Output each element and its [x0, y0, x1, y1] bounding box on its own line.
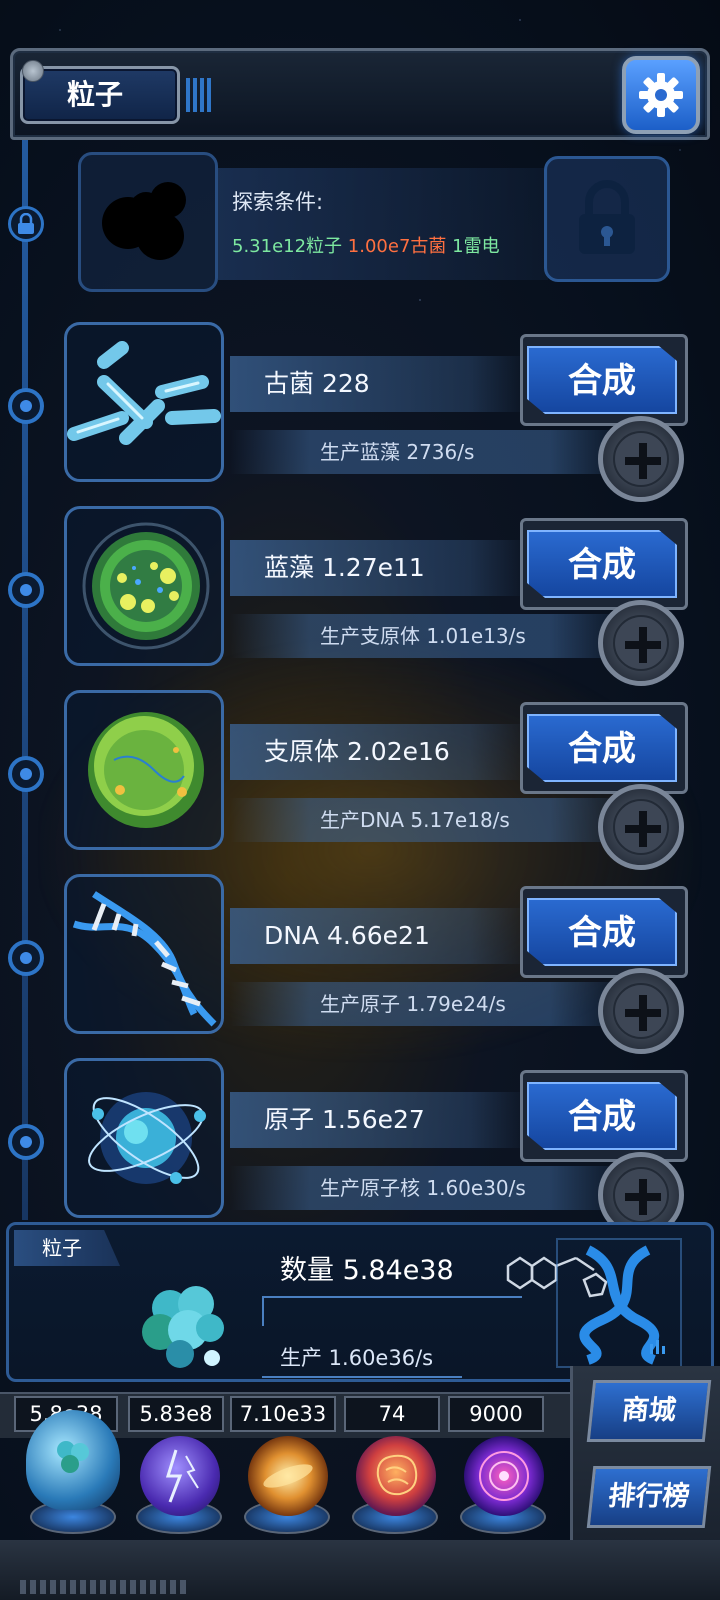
archaea-icon-box[interactable] — [64, 322, 224, 482]
settings-button[interactable] — [622, 56, 700, 134]
atom-icon — [88, 1092, 206, 1184]
vortex-icon — [479, 1451, 529, 1501]
shop-button[interactable]: 商城 — [586, 1380, 712, 1442]
particle-cluster-icon — [142, 1286, 224, 1368]
synthesize-mycoplasma-button[interactable]: 合成 — [527, 714, 677, 782]
lightning-icon — [165, 1449, 199, 1503]
particle-orb-button[interactable] — [26, 1410, 120, 1510]
upgrade-cyanobacteria-button[interactable] — [598, 600, 684, 686]
floor-stripes — [20, 1580, 190, 1594]
gear-icon — [639, 73, 683, 117]
currency-brain: 74 — [344, 1396, 440, 1432]
galaxy-icon — [263, 1464, 313, 1488]
mycoplasma-icon — [88, 712, 204, 828]
currency-vortex: 9000 — [448, 1396, 544, 1432]
particle-quantity: 数量 5.84e38 — [280, 1255, 454, 1286]
cyanobacteria-icon — [82, 522, 210, 650]
dna-icon — [72, 891, 217, 1027]
locked-silhouette-icon — [102, 182, 186, 260]
galaxy-orb-button[interactable] — [248, 1436, 328, 1516]
vortex-orb-button[interactable] — [464, 1436, 544, 1516]
summary-label: 粒子 — [14, 1230, 120, 1266]
rail-node — [8, 572, 44, 608]
locked-condition-panel — [218, 168, 548, 280]
synthesize-cyanobacteria-button[interactable]: 合成 — [527, 530, 677, 598]
screw-icon — [22, 60, 44, 82]
connector-line — [262, 1296, 522, 1298]
particle-rate: 生产 1.60e36/s — [280, 1346, 434, 1370]
atom-name: 原子 1.56e27 — [230, 1092, 530, 1148]
title-stripes — [186, 78, 214, 112]
plus-icon — [613, 799, 669, 855]
rail-node — [8, 756, 44, 792]
brain-icon — [376, 1454, 418, 1496]
particle-orb-icon — [57, 1441, 89, 1473]
atom-icon-box[interactable] — [64, 1058, 224, 1218]
req-particles: 5.31e12粒子 — [232, 236, 343, 257]
archaea-production: 生产蓝藻 2736/s — [230, 430, 630, 474]
dna-production: 生产原子 1.79e24/s — [230, 982, 630, 1026]
archaea-name: 古菌 228 — [230, 356, 530, 412]
req-archaea: 1.00e7古菌 — [347, 236, 447, 257]
rail-node — [8, 940, 44, 976]
plus-icon — [613, 1167, 669, 1223]
cyanobacteria-name: 蓝藻 1.27e11 — [230, 540, 530, 596]
thunder-orb-button[interactable] — [140, 1436, 220, 1516]
synthesize-archaea-button[interactable]: 合成 — [527, 346, 677, 414]
upgrade-archaea-button[interactable] — [598, 416, 684, 502]
plus-icon — [613, 983, 669, 1039]
plus-icon — [613, 431, 669, 487]
cyanobacteria-icon-box[interactable] — [64, 506, 224, 666]
unlock-button[interactable] — [544, 156, 670, 282]
currency-thunder: 5.83e8 — [128, 1396, 224, 1432]
padlock-icon — [579, 180, 635, 254]
rail-node — [8, 1124, 44, 1160]
atom-production: 生产原子核 1.60e30/s — [230, 1166, 630, 1210]
rail-lock-node — [8, 206, 44, 242]
plus-icon — [613, 615, 669, 671]
dna-name: DNA 4.66e21 — [230, 908, 530, 964]
condition-title: 探索条件: — [232, 190, 324, 214]
ranking-button[interactable]: 排行榜 — [586, 1466, 712, 1528]
connector-line — [262, 1296, 264, 1326]
mycoplasma-icon-box[interactable] — [64, 690, 224, 850]
archaea-icon — [67, 341, 221, 445]
currency-galaxy: 7.10e33 — [230, 1396, 336, 1432]
condition-requirements: 5.31e12粒子 1.00e7古菌 1雷电 — [232, 232, 500, 258]
upgrade-mycoplasma-button[interactable] — [598, 784, 684, 870]
synthesize-dna-button[interactable]: 合成 — [527, 898, 677, 966]
synthesize-atom-button[interactable]: 合成 — [527, 1082, 677, 1150]
connector-line — [262, 1376, 462, 1378]
cyanobacteria-production: 生产支原体 1.01e13/s — [230, 614, 630, 658]
dna-icon-box[interactable] — [64, 874, 224, 1034]
mycoplasma-name: 支原体 2.02e16 — [230, 724, 530, 780]
dna-emblem-frame — [556, 1238, 682, 1368]
rail-node — [8, 388, 44, 424]
brain-orb-button[interactable] — [356, 1436, 436, 1516]
progress-rail — [22, 140, 28, 1220]
lock-icon — [18, 213, 34, 234]
dna-emblem-icon — [579, 1245, 665, 1365]
req-thunder: 1雷电 — [452, 236, 500, 257]
upgrade-dna-button[interactable] — [598, 968, 684, 1054]
mycoplasma-production: 生产DNA 5.17e18/s — [230, 798, 630, 842]
